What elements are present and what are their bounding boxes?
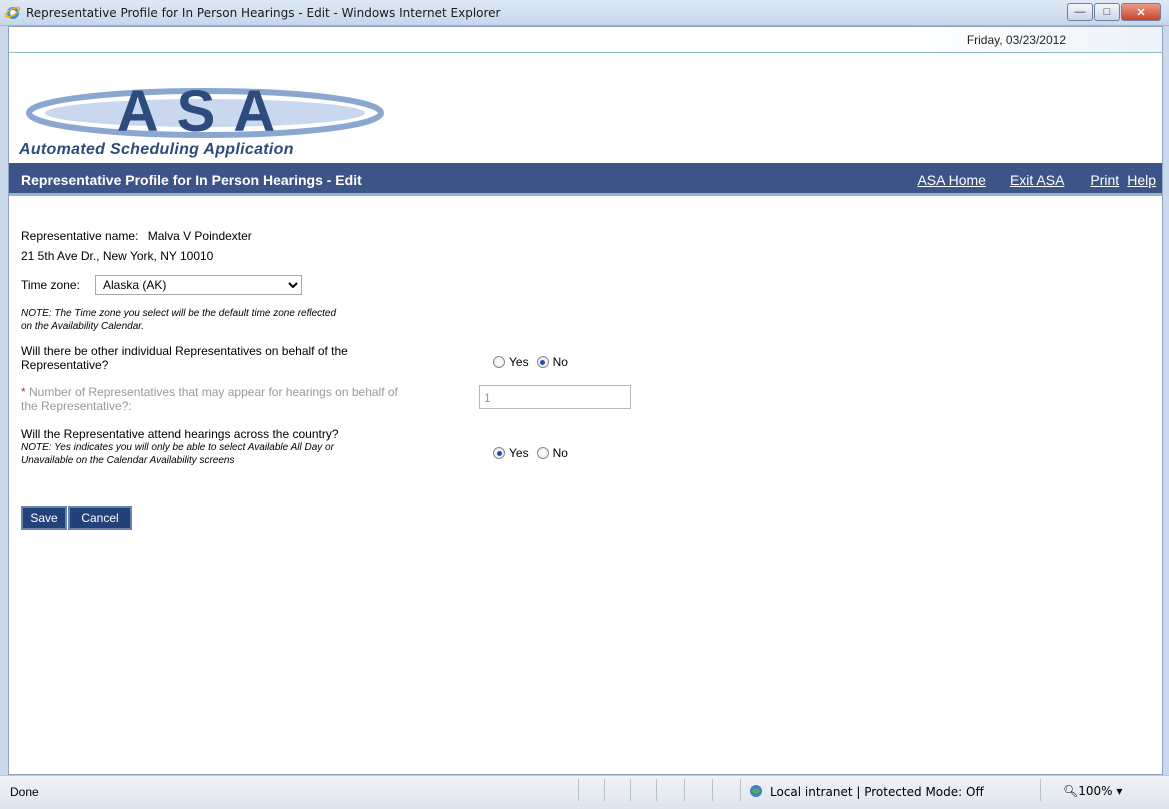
- security-zone-text[interactable]: Local intranet | Protected Mode: Off: [770, 785, 984, 799]
- cancel-button[interactable]: Cancel: [68, 506, 132, 530]
- q1-line-1: Will there be other individual Represent…: [21, 344, 348, 358]
- window-titlebar: Representative Profile for In Person Hea…: [0, 0, 1169, 26]
- nav-links: ASA Home Exit ASA Print Help: [917, 172, 1156, 188]
- q3-no-radio[interactable]: [536, 447, 549, 459]
- q3-radio-group: Yes No: [493, 446, 576, 460]
- q1-yes-label[interactable]: Yes: [509, 355, 529, 369]
- close-button[interactable]: ✕: [1121, 3, 1161, 21]
- zoom-icon: 🔍︎: [1063, 784, 1079, 798]
- q2-line-2: the Representative?:: [21, 399, 132, 413]
- maximize-button[interactable]: □: [1094, 3, 1120, 21]
- logo-tagline: Automated Scheduling Application: [19, 141, 294, 158]
- timezone-note-line-2: on the Availability Calendar.: [21, 321, 145, 332]
- minimize-button[interactable]: —: [1067, 3, 1093, 21]
- q3-yes-radio[interactable]: [493, 447, 505, 459]
- q3-line-1: Will the Representative attend hearings …: [21, 427, 339, 441]
- q1-no-label[interactable]: No: [553, 355, 568, 369]
- help-link[interactable]: Help: [1127, 172, 1156, 188]
- q3-no-label[interactable]: No: [553, 446, 568, 460]
- q1-radio-group: Yes No: [493, 355, 576, 369]
- question-other-representatives: Will there be other individual Represent…: [21, 344, 348, 372]
- window-title: Representative Profile for In Person Hea…: [26, 6, 501, 20]
- current-date: Friday, 03/23/2012: [966, 33, 1066, 47]
- local-intranet-icon: [750, 785, 762, 797]
- page-header-bar: Representative Profile for In Person Hea…: [9, 163, 1162, 196]
- question-attend-country: Will the Representative attend hearings …: [21, 427, 339, 441]
- q3-yes-label[interactable]: Yes: [509, 446, 529, 460]
- q1-no-radio[interactable]: [536, 356, 549, 368]
- representative-address: 21 5th Ave Dr., New York, NY 10010: [21, 249, 214, 263]
- save-button[interactable]: Save: [21, 506, 67, 530]
- q1-yes-radio[interactable]: [493, 356, 505, 368]
- page-viewport: Friday, 03/23/2012 ASA Automated Schedul…: [8, 26, 1163, 775]
- timezone-note-line-1: NOTE: The Time zone you select will be t…: [21, 308, 337, 319]
- timezone-row: Time zone: Alaska (AK): [21, 275, 321, 298]
- top-bar: Friday, 03/23/2012: [9, 27, 1162, 53]
- number-of-representatives-input[interactable]: 1: [479, 385, 631, 409]
- q2-line-1: Number of Representatives that may appea…: [25, 385, 398, 399]
- timezone-label: Time zone:: [21, 278, 80, 292]
- zoom-value: 100%: [1078, 784, 1113, 798]
- internet-explorer-icon: [5, 6, 21, 19]
- representative-name-label: Representative name:: [21, 229, 139, 243]
- logo-letters: ASA: [117, 83, 293, 143]
- asa-logo-graphic: ASA: [26, 79, 384, 144]
- asa-home-link[interactable]: ASA Home: [917, 172, 985, 188]
- print-link[interactable]: Print: [1090, 172, 1119, 188]
- question-number-of-representatives: * Number of Representatives that may app…: [21, 385, 398, 413]
- status-text: Done: [10, 785, 39, 799]
- page-title: Representative Profile for In Person Hea…: [21, 172, 362, 188]
- q3-note-line-2: Unavailable on the Calendar Availability…: [21, 455, 235, 466]
- exit-asa-link[interactable]: Exit ASA: [1010, 172, 1064, 188]
- q3-note-line-1: NOTE: Yes indicates you will only be abl…: [21, 442, 334, 453]
- timezone-note: NOTE: The Time zone you select will be t…: [21, 307, 336, 333]
- asa-logo: ASA Automated Scheduling Application: [19, 79, 391, 163]
- representative-name-row: Representative name: Malva V Poindexter: [21, 229, 252, 243]
- timezone-select[interactable]: Alaska (AK): [95, 275, 302, 295]
- q3-note: NOTE: Yes indicates you will only be abl…: [21, 441, 334, 467]
- q1-line-2: Representative?: [21, 358, 109, 372]
- status-bar: Done Local intranet | Protected Mode: Of…: [0, 775, 1169, 809]
- representative-name-value: Malva V Poindexter: [147, 229, 252, 243]
- zoom-level[interactable]: 🔍︎100% ▾: [1063, 784, 1122, 798]
